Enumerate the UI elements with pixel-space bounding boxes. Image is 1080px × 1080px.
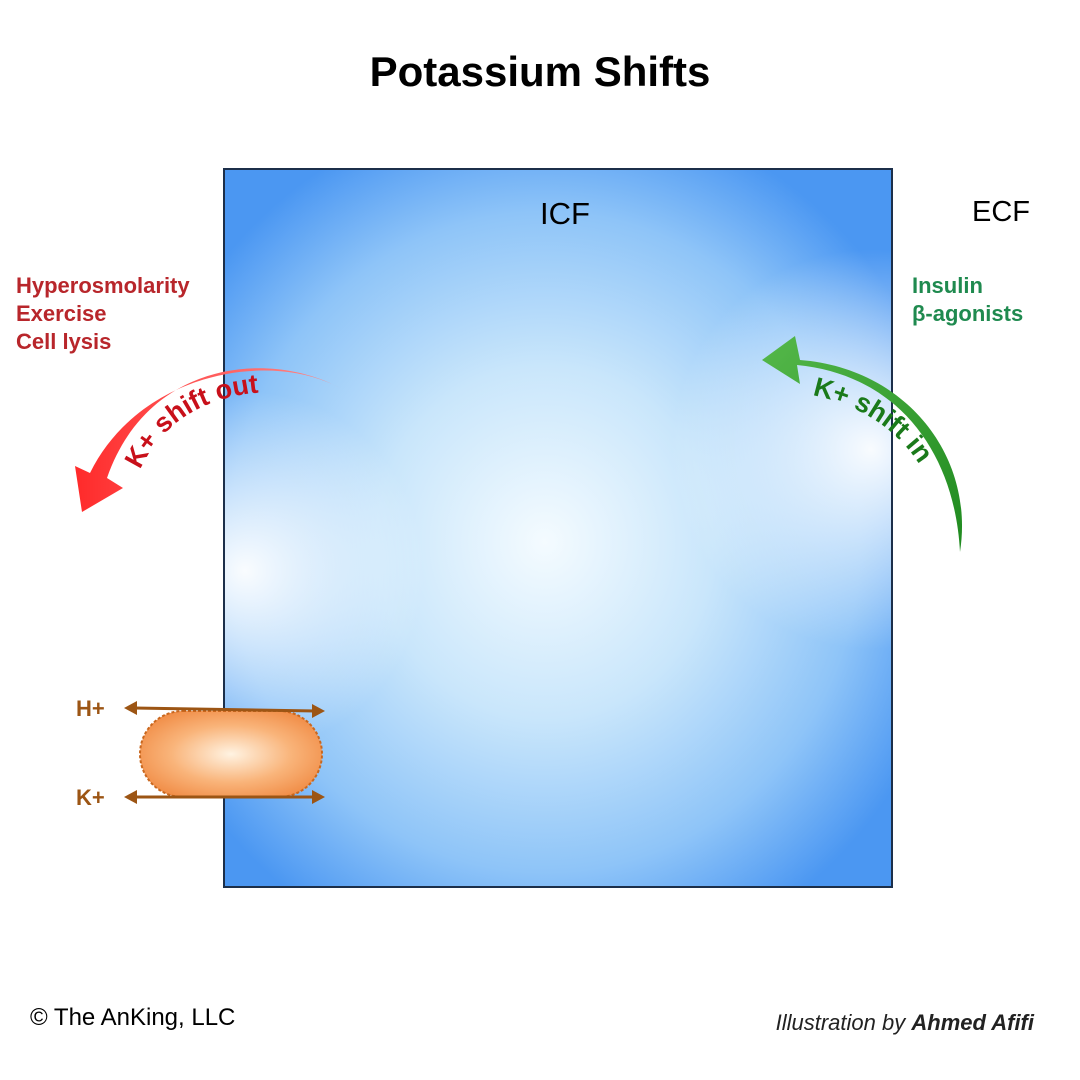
illustration-credit: Illustration by Ahmed Afifi — [776, 1010, 1034, 1036]
credit-author: Ahmed Afifi — [911, 1010, 1034, 1035]
diagram-overlay: K+ shift out K+ shift in — [75, 336, 963, 804]
credit-prefix: Illustration by — [775, 1010, 906, 1035]
h-k-exchanger — [139, 710, 323, 798]
copyright-text: © The AnKing, LLC — [30, 1004, 236, 1031]
